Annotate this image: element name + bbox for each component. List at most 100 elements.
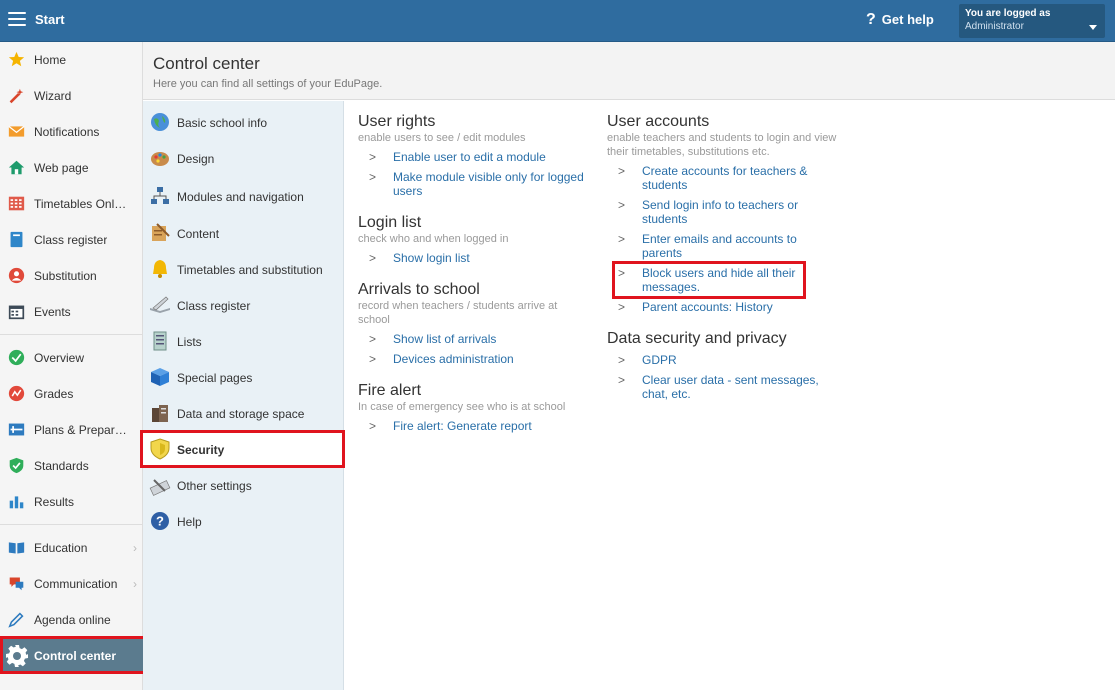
link-block-users[interactable]: > Block users and hide all their messages… (618, 266, 802, 294)
section-desc: enable teachers and students to login an… (607, 132, 837, 158)
nav-item-plans-preparations[interactable]: Plans & Prepar… (0, 412, 143, 448)
page-header: Control center Here you can find all set… (143, 42, 1115, 100)
link-show-list-arrivals[interactable]: > Show list of arrivals (369, 332, 593, 346)
sitemap-icon (151, 187, 169, 204)
chevron-right-icon: > (369, 251, 377, 265)
left-navigation: Home Wizard Notifications Web page Timet… (0, 42, 143, 690)
nav-label: Notifications (34, 125, 100, 139)
chevron-right-icon: > (369, 419, 377, 433)
settings-item-label: Basic school info (177, 116, 268, 130)
chevron-right-icon: > (369, 150, 377, 164)
section-title-fire-alert: Fire alert (358, 382, 422, 399)
nav-item-events[interactable]: Events (0, 294, 143, 330)
nav-item-substitution[interactable]: Substitution (0, 258, 143, 294)
link-send-login-info[interactable]: > Send login info to teachers or students (618, 198, 817, 226)
chevron-right-icon: > (618, 232, 626, 246)
section-desc: record when teachers / students arrive a… (358, 300, 558, 326)
link-label: Show list of arrivals (393, 332, 497, 346)
settings-item-label: Class register (177, 299, 251, 313)
link-create-accounts[interactable]: > Create accounts for teachers & students (618, 164, 832, 192)
start-label[interactable]: Start (35, 12, 65, 27)
section-desc: check who and when logged in (358, 233, 509, 245)
settings-item-timetables-substitution[interactable]: Timetables and substitution (143, 250, 343, 286)
bar-chart-icon (9, 496, 24, 509)
settings-item-lists[interactable]: Lists (143, 322, 343, 358)
envelope-icon (8, 125, 25, 137)
nav-item-overview[interactable]: Overview (0, 340, 143, 376)
settings-item-modules-navigation[interactable]: Modules and navigation (143, 177, 343, 213)
link-enable-user-edit-module[interactable]: > Enable user to edit a module (369, 150, 603, 164)
link-fire-alert-report[interactable]: > Fire alert: Generate report (369, 419, 593, 433)
get-help-label: Get help (881, 12, 934, 27)
nav-item-education[interactable]: Education › (0, 530, 143, 566)
link-module-visible-logged-users[interactable]: > Make module visible only for logged use… (369, 170, 593, 198)
nav-item-home[interactable]: Home (0, 42, 143, 78)
book-icon (10, 231, 23, 248)
settings-item-design[interactable]: Design (143, 139, 343, 175)
nav-label: Grades (34, 387, 74, 401)
link-enter-emails-parents[interactable]: > Enter emails and accounts to parents (618, 232, 817, 260)
get-help-button[interactable]: ? Get help (866, 11, 934, 29)
settings-item-security[interactable]: Security (143, 430, 343, 466)
chevron-right-icon: > (369, 352, 377, 366)
link-show-login-list[interactable]: > Show login list (369, 251, 593, 265)
settings-category-list: Basic school info Design Modules and nav… (143, 101, 344, 690)
nav-item-wizard[interactable]: Wizard (0, 78, 143, 114)
settings-item-label: Timetables and substitution (177, 263, 323, 277)
plans-icon (8, 423, 25, 436)
page-subtitle: Here you can find all settings of your E… (153, 78, 383, 90)
nav-label: Education (34, 541, 88, 555)
link-parent-accounts-history[interactable]: > Parent accounts: History (618, 300, 832, 314)
settings-item-help[interactable]: ? Help (143, 502, 343, 538)
settings-item-class-register[interactable]: Class register (143, 286, 343, 322)
settings-item-data-storage[interactable]: Data and storage space (143, 394, 343, 430)
section-desc: In case of emergency see who is at schoo… (358, 401, 566, 413)
wand-icon (9, 88, 24, 104)
user-account-dropdown[interactable]: You are logged as Administrator (959, 4, 1105, 38)
nav-item-communication[interactable]: Communication › (0, 566, 143, 602)
settings-item-label: Modules and navigation (177, 190, 304, 204)
nav-item-agenda-online[interactable]: Agenda online (0, 602, 143, 638)
settings-item-other-settings[interactable]: Other settings (143, 466, 343, 502)
link-clear-user-data[interactable]: > Clear user data - sent messages, chat, … (618, 373, 832, 401)
nav-item-notifications[interactable]: Notifications (0, 114, 143, 150)
settings-item-label: Data and storage space (177, 407, 305, 421)
nav-item-timetables-online[interactable]: Timetables Onl… (0, 186, 143, 222)
link-label: Show login list (393, 251, 470, 265)
section-title-data-security: Data security and privacy (607, 330, 787, 347)
settings-item-content[interactable]: Content (143, 214, 343, 250)
link-label: Devices administration (393, 352, 514, 366)
chevron-right-icon: > (369, 170, 377, 184)
hamburger-menu-icon[interactable] (8, 12, 26, 28)
nav-label: Results (34, 495, 75, 509)
nav-item-web-page[interactable]: Web page (0, 150, 143, 186)
nav-label: Plans & Prepar… (34, 423, 127, 437)
section-desc: enable users to see / edit modules (358, 132, 526, 144)
settings-item-label: Lists (177, 335, 202, 349)
nav-label: Agenda online (34, 613, 111, 627)
link-label: Parent accounts: History (642, 300, 773, 314)
shield-check-icon (9, 457, 24, 474)
link-label: Enter emails and accounts to parents (642, 232, 797, 260)
nav-item-results[interactable]: Results (0, 484, 143, 520)
settings-item-special-pages[interactable]: Special pages (143, 358, 343, 394)
nav-item-control-center[interactable]: Control center (0, 638, 143, 674)
nav-label: Communication (34, 577, 118, 591)
login-user-name: Administrator (965, 21, 1024, 32)
link-label: Create accounts for teachers & students (642, 164, 808, 192)
settings-item-label: Security (177, 443, 225, 457)
link-gdpr[interactable]: > GDPR (618, 353, 832, 367)
settings-item-label: Other settings (177, 479, 252, 493)
nav-item-class-register[interactable]: Class register (0, 222, 143, 258)
chevron-right-icon: > (618, 373, 626, 387)
page-title: Control center (153, 54, 260, 73)
section-title-login-list: Login list (358, 214, 422, 231)
nav-item-grades[interactable]: Grades (0, 376, 143, 412)
chevron-right-icon: > (618, 300, 626, 314)
chevron-right-icon: > (618, 198, 626, 212)
content-icon (152, 223, 170, 241)
settings-item-basic-school-info[interactable]: Basic school info (143, 103, 343, 139)
link-devices-administration[interactable]: > Devices administration (369, 352, 593, 366)
section-title-user-rights: User rights (358, 113, 436, 130)
nav-item-standards[interactable]: Standards (0, 448, 143, 484)
